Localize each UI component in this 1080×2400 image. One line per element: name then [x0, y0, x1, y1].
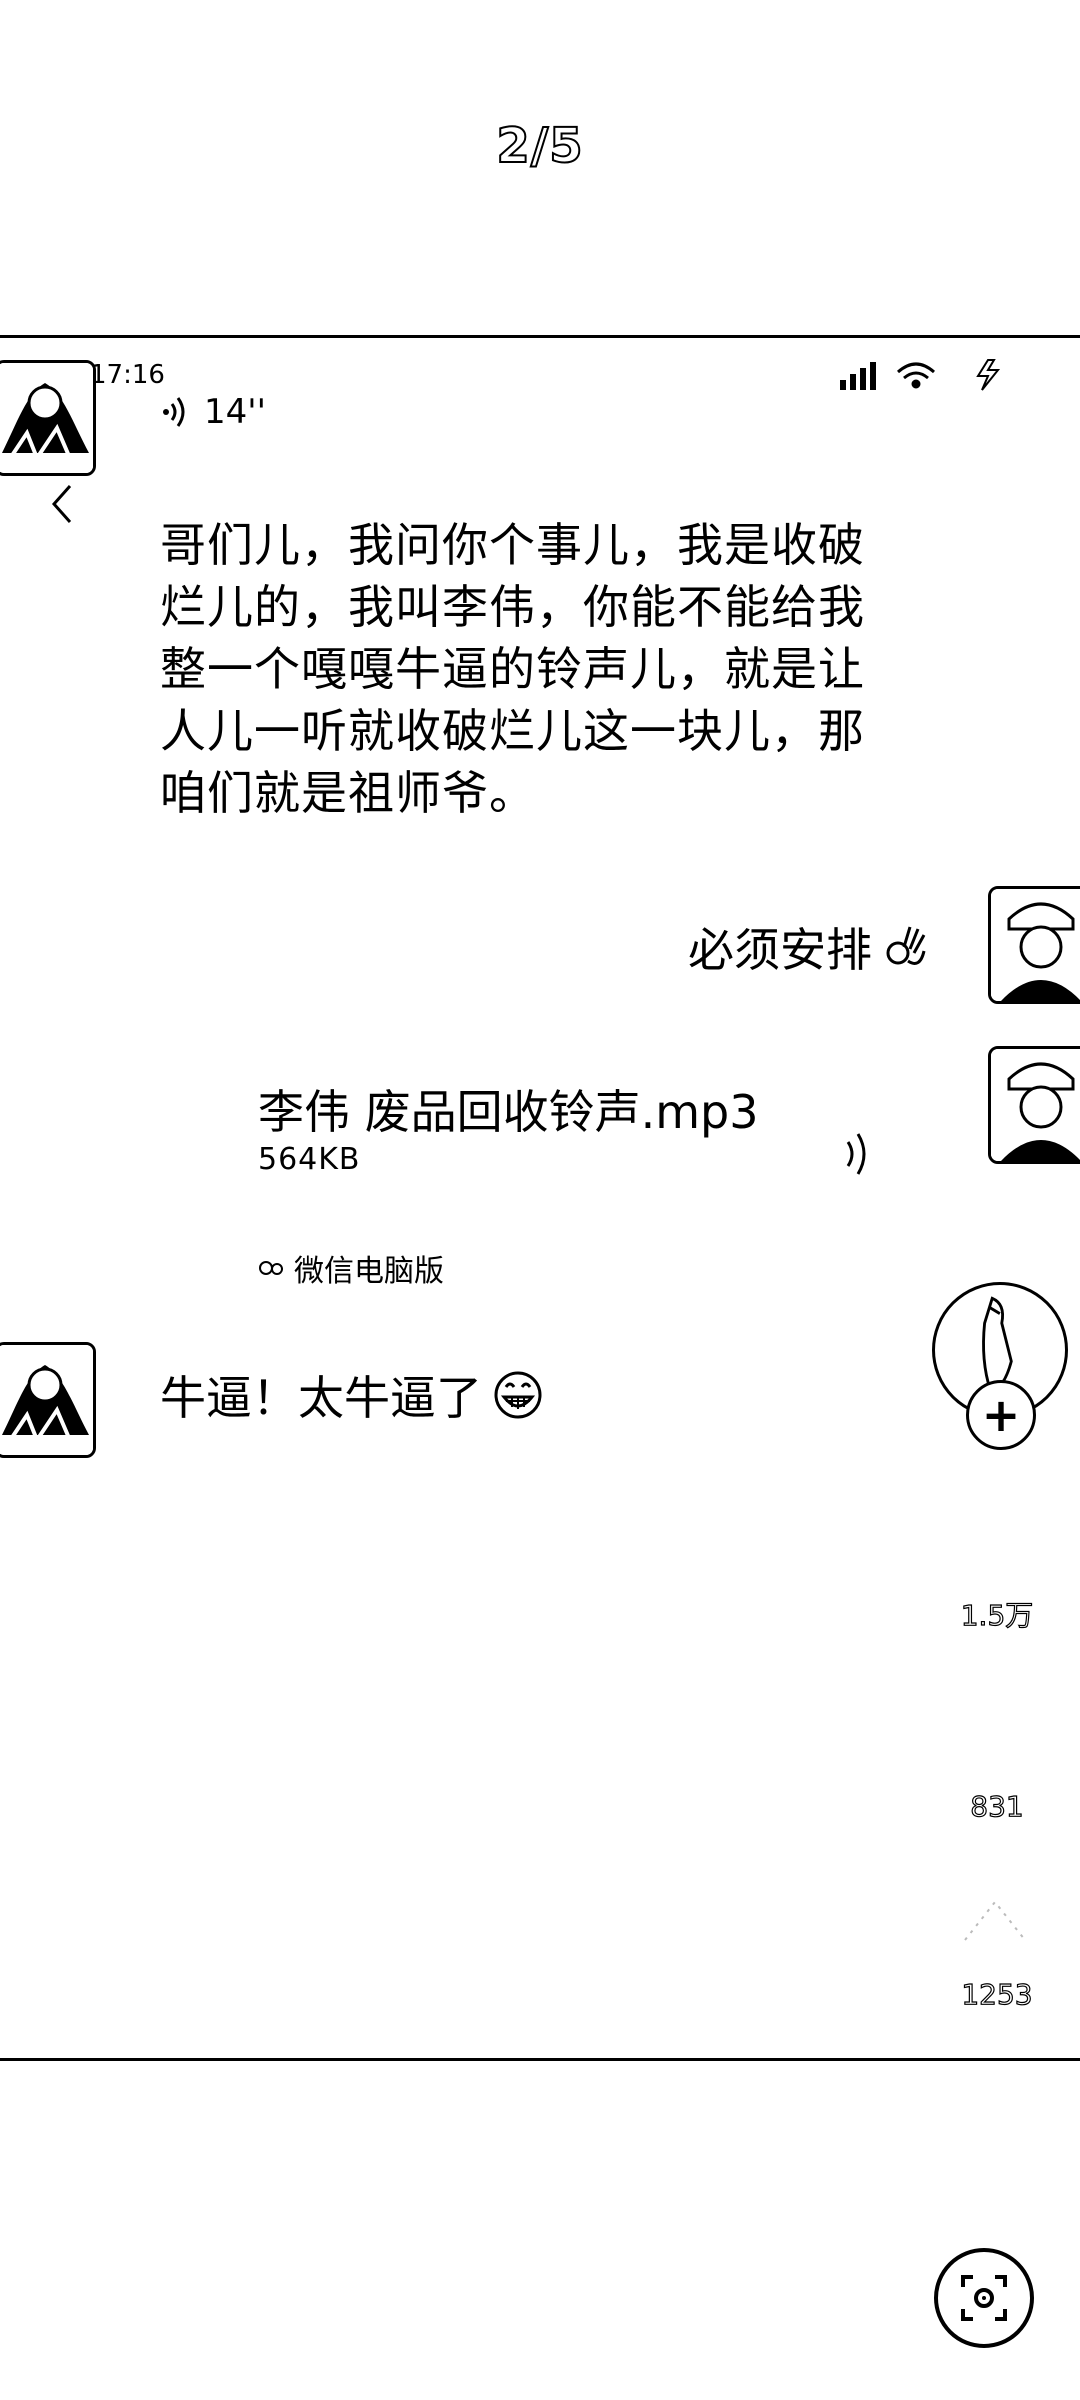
scan-icon: [961, 2275, 1007, 2321]
scan-button[interactable]: [934, 2248, 1034, 2348]
comment-count[interactable]: 831: [937, 1789, 1057, 1823]
frame-bottom-border: [0, 2058, 1080, 2061]
avatar-image: [0, 363, 93, 473]
voice-message[interactable]: 14'': [160, 392, 266, 432]
ok-hand-emoji-icon: [886, 926, 926, 965]
file-size: 564KB: [258, 1142, 361, 1177]
chat-message-1: 哥们儿，我问你个事儿，我是收破烂儿的，我叫李伟，你能不能给我整一个嘎嘎牛逼的铃声…: [160, 518, 865, 820]
audio-play-icon[interactable]: [840, 1130, 880, 1178]
signal-icon: [840, 362, 876, 390]
share-count[interactable]: 1253: [937, 1977, 1057, 2011]
file-name[interactable]: 李伟 废品回收铃声.mp3: [258, 1076, 759, 1142]
file-source: 微信电脑版: [258, 1246, 444, 1290]
wechat-pc-icon: [259, 1261, 283, 1275]
avatar-image: [991, 1049, 1080, 1161]
battery-charging-icon: [976, 359, 1001, 391]
like-count[interactable]: 1.5万: [937, 1594, 1057, 1634]
follow-plus-button[interactable]: +: [966, 1380, 1036, 1450]
plus-icon: +: [981, 1388, 1021, 1442]
page-counter: 2/5: [495, 117, 584, 175]
user-avatar-file[interactable]: [988, 1046, 1080, 1164]
chat-message-2: 牛逼！太牛逼了: [160, 1362, 544, 1428]
status-icons: [840, 359, 1001, 391]
contact-avatar-top[interactable]: [0, 360, 96, 476]
status-time: 17:16: [90, 360, 165, 390]
contact-avatar-bottom[interactable]: [0, 1342, 96, 1458]
reply-1-text: 必须安排: [688, 923, 872, 977]
grinning-emoji-icon: [494, 1371, 542, 1419]
back-chevron-icon[interactable]: [48, 482, 76, 526]
voice-wave-icon: [163, 397, 185, 427]
avatar-image: [991, 889, 1080, 1001]
voice-duration: 14'': [204, 392, 266, 432]
file-source-label: 微信电脑版: [294, 1254, 444, 1289]
user-avatar-reply[interactable]: [988, 886, 1080, 1004]
share-icon[interactable]: [955, 1890, 1039, 1950]
avatar-image: [0, 1345, 93, 1455]
chat-reply-1: 必须安排: [688, 914, 932, 980]
message-2-text: 牛逼！太牛逼了: [160, 1371, 482, 1425]
frame-top-border: [0, 335, 1080, 338]
wifi-icon: [897, 362, 935, 389]
